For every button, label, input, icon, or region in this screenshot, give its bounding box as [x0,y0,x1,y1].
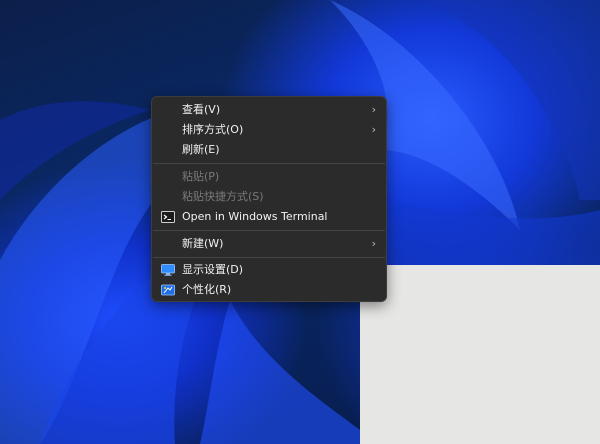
menu-item-label: 个性化(R) [182,283,232,296]
chevron-right-icon: › [371,123,376,136]
menu-item-view[interactable]: 查看(V) › [152,100,386,120]
chevron-right-icon: › [371,103,376,116]
menu-item-label: 新建(W) [182,237,224,250]
menu-item-label: 查看(V) [182,103,221,116]
gray-overlay-panel [360,265,600,444]
menu-item-label: 粘贴快捷方式(S) [182,190,264,203]
menu-separator [153,230,385,231]
menu-item-sort-by[interactable]: 排序方式(O) › [152,120,386,140]
menu-separator [153,163,385,164]
menu-separator [153,257,385,258]
chevron-right-icon: › [371,237,376,250]
terminal-icon [161,211,175,223]
display-settings-icon [161,264,175,276]
menu-item-label: Open in Windows Terminal [182,210,328,223]
menu-item-label: 刷新(E) [182,143,220,156]
menu-item-label: 粘贴(P) [182,170,220,183]
personalize-icon [161,284,175,296]
menu-item-paste-shortcut: 粘贴快捷方式(S) [152,187,386,207]
menu-item-label: 排序方式(O) [182,123,244,136]
menu-item-label: 显示设置(D) [182,263,244,276]
menu-item-display-settings[interactable]: 显示设置(D) [152,260,386,280]
menu-item-refresh[interactable]: 刷新(E) [152,140,386,160]
menu-item-new[interactable]: 新建(W) › [152,234,386,254]
desktop-context-menu: 查看(V) › 排序方式(O) › 刷新(E) 粘贴(P) 粘贴快捷方式(S) … [151,96,387,302]
menu-item-personalize[interactable]: 个性化(R) [152,280,386,300]
menu-item-open-windows-terminal[interactable]: Open in Windows Terminal [152,207,386,227]
menu-item-paste: 粘贴(P) [152,167,386,187]
